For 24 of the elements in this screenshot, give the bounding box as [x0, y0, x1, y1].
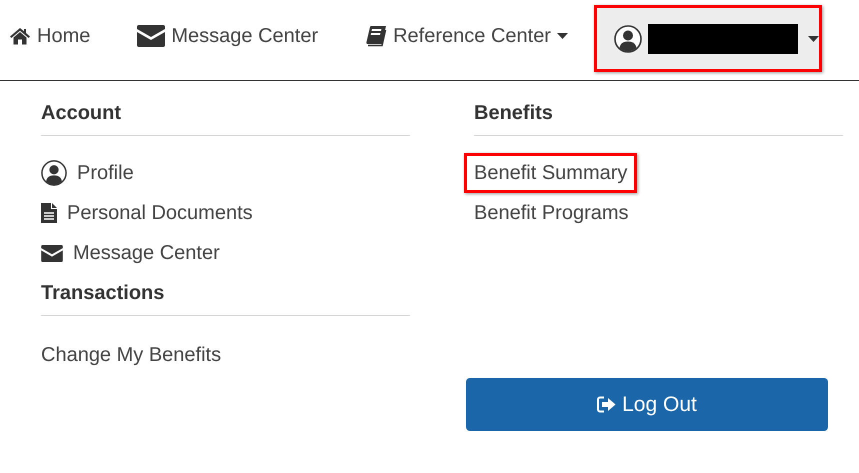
envelope-icon — [137, 25, 166, 47]
book-icon — [365, 25, 388, 47]
menu-link[interactable]: Message Center — [31, 233, 230, 273]
section-heading: Account — [41, 98, 410, 136]
nav-link[interactable]: Home — [9, 0, 90, 72]
user-icon — [614, 24, 642, 52]
section-heading: Transactions — [41, 278, 410, 316]
document-icon — [41, 203, 57, 223]
user-menu-button[interactable] — [594, 5, 822, 72]
nav-link[interactable]: Reference Center — [365, 0, 568, 72]
caret-icon — [808, 36, 819, 42]
home-icon — [9, 27, 31, 45]
menu-link[interactable]: Profile — [31, 153, 144, 193]
menu-link[interactable]: Personal Documents — [31, 193, 263, 233]
section-heading: Benefits — [474, 98, 843, 136]
user-icon — [41, 160, 67, 186]
log-out-button[interactable]: Log Out — [466, 378, 828, 431]
menu-link[interactable]: Benefit Programs — [464, 193, 639, 233]
sign-out-icon — [597, 396, 616, 413]
menu-link[interactable]: Change My Benefits — [31, 335, 232, 375]
caret-icon — [556, 33, 568, 39]
envelope-icon — [41, 244, 63, 262]
menu-link[interactable]: Benefit Summary — [464, 153, 638, 193]
nav-link[interactable]: Message Center — [137, 0, 318, 72]
